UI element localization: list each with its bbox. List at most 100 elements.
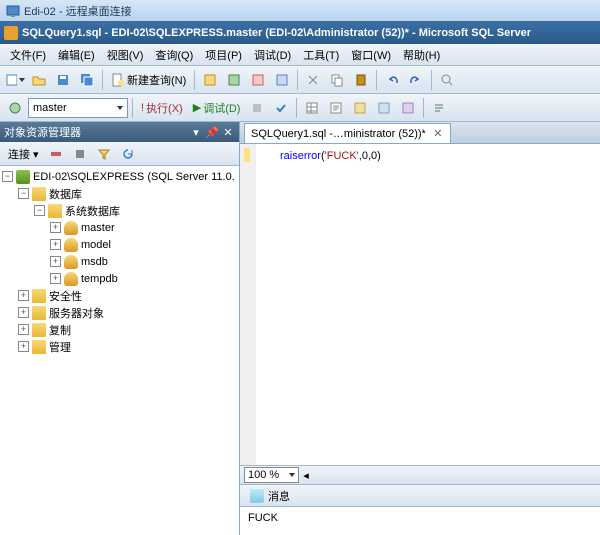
zoom-dropdown-icon[interactable]: ◂ xyxy=(299,464,313,486)
tree-db-master[interactable]: + master xyxy=(2,219,237,236)
stop-button-2[interactable] xyxy=(69,143,91,165)
toolbar-btn-3[interactable] xyxy=(247,69,269,91)
parse-button[interactable] xyxy=(270,97,292,119)
find-button[interactable] xyxy=(436,69,458,91)
pin-icon[interactable]: 📌 xyxy=(205,125,219,139)
close-tab-icon[interactable]: ✕ xyxy=(432,128,444,140)
tree-security-node[interactable]: + 安全性 xyxy=(2,287,237,304)
tree-replication-node[interactable]: + 复制 xyxy=(2,321,237,338)
new-query-button[interactable]: 新建查询(N) xyxy=(107,70,190,90)
results-grid-button[interactable] xyxy=(301,97,323,119)
menu-query[interactable]: 查询(Q) xyxy=(149,45,199,65)
menu-edit[interactable]: 编辑(E) xyxy=(52,45,101,65)
paste-button[interactable] xyxy=(350,69,372,91)
toolbar-btn-4[interactable] xyxy=(271,69,293,91)
object-explorer-toolbar: 连接 ▾ xyxy=(0,142,239,166)
collapse-icon[interactable]: − xyxy=(2,171,13,182)
comment-button[interactable] xyxy=(428,97,450,119)
expand-icon[interactable]: + xyxy=(50,273,61,284)
expand-icon[interactable]: + xyxy=(18,324,29,335)
tree-server-node[interactable]: − EDI-02\SQLEXPRESS (SQL Server 11.0. xyxy=(2,168,237,185)
toolbar-main: 新建查询(N) xyxy=(0,66,600,94)
debug-button[interactable]: ▶ 调试(D) xyxy=(189,98,245,118)
app-titlebar: SQLQuery1.sql - EDI-02\SQLEXPRESS.master… xyxy=(0,22,600,44)
results-pane[interactable]: FUCK xyxy=(240,507,600,535)
expand-icon[interactable]: + xyxy=(50,222,61,233)
save-all-button[interactable] xyxy=(76,69,98,91)
ssms-icon xyxy=(4,26,18,40)
modified-marker xyxy=(244,148,250,162)
results-output: FUCK xyxy=(248,512,278,524)
folder-icon xyxy=(32,289,46,303)
expand-icon[interactable]: + xyxy=(18,341,29,352)
menu-debug[interactable]: 调试(D) xyxy=(248,45,297,65)
disconnect-button[interactable] xyxy=(45,143,67,165)
close-icon[interactable]: ✕ xyxy=(221,125,235,139)
database-selector[interactable]: master xyxy=(28,98,128,118)
toolbar-btn-2[interactable] xyxy=(223,69,245,91)
server-icon xyxy=(16,170,30,184)
results-tab-bar: 消息 xyxy=(240,485,600,507)
menu-help[interactable]: 帮助(H) xyxy=(397,45,446,65)
change-connection-button[interactable] xyxy=(4,97,26,119)
zoom-bar: 100 % ◂ xyxy=(240,465,600,485)
refresh-button[interactable] xyxy=(117,143,139,165)
editor-tab[interactable]: SQLQuery1.sql -…ministrator (52))* ✕ xyxy=(244,123,451,143)
folder-icon xyxy=(32,306,46,320)
database-icon xyxy=(64,272,78,286)
zoom-selector[interactable]: 100 % xyxy=(244,467,299,483)
editor-tab-bar: SQLQuery1.sql -…ministrator (52))* ✕ xyxy=(240,122,600,144)
object-explorer: 对象资源管理器 ▾ 📌 ✕ 连接 ▾ − EDI-02\SQLEXPRESS (… xyxy=(0,122,240,535)
stop-button[interactable] xyxy=(246,97,268,119)
tree-server-objects-node[interactable]: + 服务器对象 xyxy=(2,304,237,321)
tree-db-msdb[interactable]: + msdb xyxy=(2,253,237,270)
menu-project[interactable]: 项目(P) xyxy=(199,45,248,65)
expand-icon[interactable]: + xyxy=(50,256,61,267)
collapse-icon[interactable]: − xyxy=(34,205,45,216)
undo-button[interactable] xyxy=(381,69,403,91)
copy-button[interactable] xyxy=(326,69,348,91)
collapse-icon[interactable]: − xyxy=(18,188,29,199)
editor-area: SQLQuery1.sql -…ministrator (52))* ✕ rai… xyxy=(240,122,600,535)
tree-system-db-node[interactable]: − 系统数据库 xyxy=(2,202,237,219)
database-icon xyxy=(64,255,78,269)
toolbar-btn-q2[interactable] xyxy=(373,97,395,119)
expand-icon[interactable]: + xyxy=(18,307,29,318)
tree-db-model[interactable]: + model xyxy=(2,236,237,253)
menu-tools[interactable]: 工具(T) xyxy=(297,45,345,65)
chevron-down-icon xyxy=(289,473,295,477)
menu-file[interactable]: 文件(F) xyxy=(4,45,52,65)
new-project-button[interactable] xyxy=(4,69,26,91)
tree-databases-node[interactable]: − 数据库 xyxy=(2,185,237,202)
menubar: 文件(F) 编辑(E) 视图(V) 查询(Q) 项目(P) 调试(D) 工具(T… xyxy=(0,44,600,66)
filter-button[interactable] xyxy=(93,143,115,165)
connect-button[interactable]: 连接 ▾ xyxy=(4,144,43,164)
code-string: 'FUCK' xyxy=(325,150,359,162)
redo-button[interactable] xyxy=(405,69,427,91)
folder-icon xyxy=(32,187,46,201)
execute-button[interactable]: ! 执行(X) xyxy=(137,98,187,118)
folder-icon xyxy=(48,204,62,218)
app-title: SQLQuery1.sql - EDI-02\SQLEXPRESS.master… xyxy=(22,27,531,39)
rdp-titlebar: Edi-02 - 远程桌面连接 xyxy=(0,0,600,22)
save-button[interactable] xyxy=(52,69,74,91)
open-button[interactable] xyxy=(28,69,50,91)
tree-db-tempdb[interactable]: + tempdb xyxy=(2,270,237,287)
menu-window[interactable]: 窗口(W) xyxy=(345,45,397,65)
results-text-button[interactable] xyxy=(325,97,347,119)
rdp-icon xyxy=(6,4,20,18)
sql-editor[interactable]: raiserror('FUCK',0,0) xyxy=(240,144,600,465)
expand-icon[interactable]: + xyxy=(50,239,61,250)
cut-button[interactable] xyxy=(302,69,324,91)
messages-icon xyxy=(250,489,264,503)
menu-view[interactable]: 视图(V) xyxy=(101,45,150,65)
dropdown-icon[interactable]: ▾ xyxy=(189,125,203,139)
expand-icon[interactable]: + xyxy=(18,290,29,301)
toolbar-btn-1[interactable] xyxy=(199,69,221,91)
messages-tab[interactable]: 消息 xyxy=(244,486,296,506)
toolbar-btn-q3[interactable] xyxy=(397,97,419,119)
object-tree[interactable]: − EDI-02\SQLEXPRESS (SQL Server 11.0. − … xyxy=(0,166,239,535)
tree-management-node[interactable]: + 管理 xyxy=(2,338,237,355)
database-icon xyxy=(64,221,78,235)
toolbar-btn-q1[interactable] xyxy=(349,97,371,119)
